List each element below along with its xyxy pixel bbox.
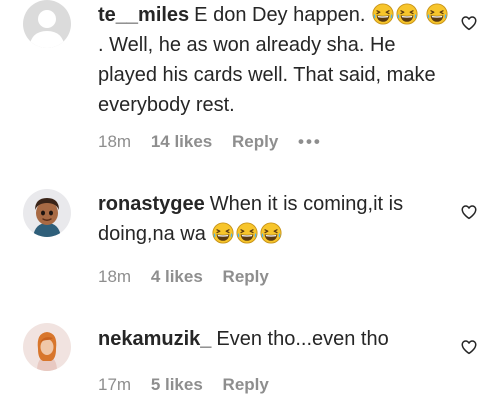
default-avatar-icon	[23, 0, 71, 48]
comment-likes[interactable]: 14 likes	[151, 132, 212, 151]
reply-button[interactable]: Reply	[223, 375, 269, 394]
comment-time: 18m	[98, 267, 132, 286]
comment-meta: 18m 14 likes Reply •••	[98, 132, 337, 152]
reply-button[interactable]: Reply	[223, 267, 269, 286]
comment-text: te__miles E don Dey happen. . Well, he as…	[98, 0, 450, 120]
heart-outline-icon[interactable]	[460, 338, 478, 356]
comment-meta: 17m 5 likes Reply	[98, 375, 284, 395]
comment-time: 18m	[98, 132, 132, 151]
photo-avatar-icon	[23, 323, 71, 371]
comment-username[interactable]: ronastygee	[98, 193, 205, 215]
comment-text: nekamuzik_ Even tho...even tho	[98, 324, 450, 354]
comment-username[interactable]: nekamuzik_	[98, 328, 211, 350]
comment-time: 17m	[98, 375, 132, 394]
reply-button[interactable]: Reply	[232, 132, 278, 151]
comment-likes[interactable]: 5 likes	[151, 375, 203, 394]
comment-meta: 18m 4 likes Reply	[98, 267, 284, 287]
grinning-squinting-face-emoji	[372, 3, 394, 25]
comment-body-continued: . Well, he as won already sha. He played…	[98, 34, 436, 116]
heart-outline-icon[interactable]	[460, 14, 478, 32]
heart-outline-icon[interactable]	[460, 203, 478, 221]
comment-body: Even tho...even tho	[216, 328, 389, 350]
comment-text: ronastygee When it is coming,it is doing,…	[98, 189, 450, 249]
grinning-squinting-face-emoji	[212, 222, 234, 244]
grinning-squinting-face-emoji	[426, 3, 448, 25]
cartoon-avatar-icon	[23, 189, 71, 237]
avatar[interactable]	[23, 0, 71, 48]
grinning-squinting-face-emoji	[260, 222, 282, 244]
comment-body: E don Dey happen.	[194, 4, 366, 26]
grinning-squinting-face-emoji	[236, 222, 258, 244]
comment-likes[interactable]: 4 likes	[151, 267, 203, 286]
avatar[interactable]	[23, 323, 71, 371]
grinning-squinting-face-emoji	[396, 3, 418, 25]
comment-username[interactable]: te__miles	[98, 4, 189, 26]
more-options-icon[interactable]: •••	[298, 132, 322, 151]
avatar[interactable]	[23, 189, 71, 237]
